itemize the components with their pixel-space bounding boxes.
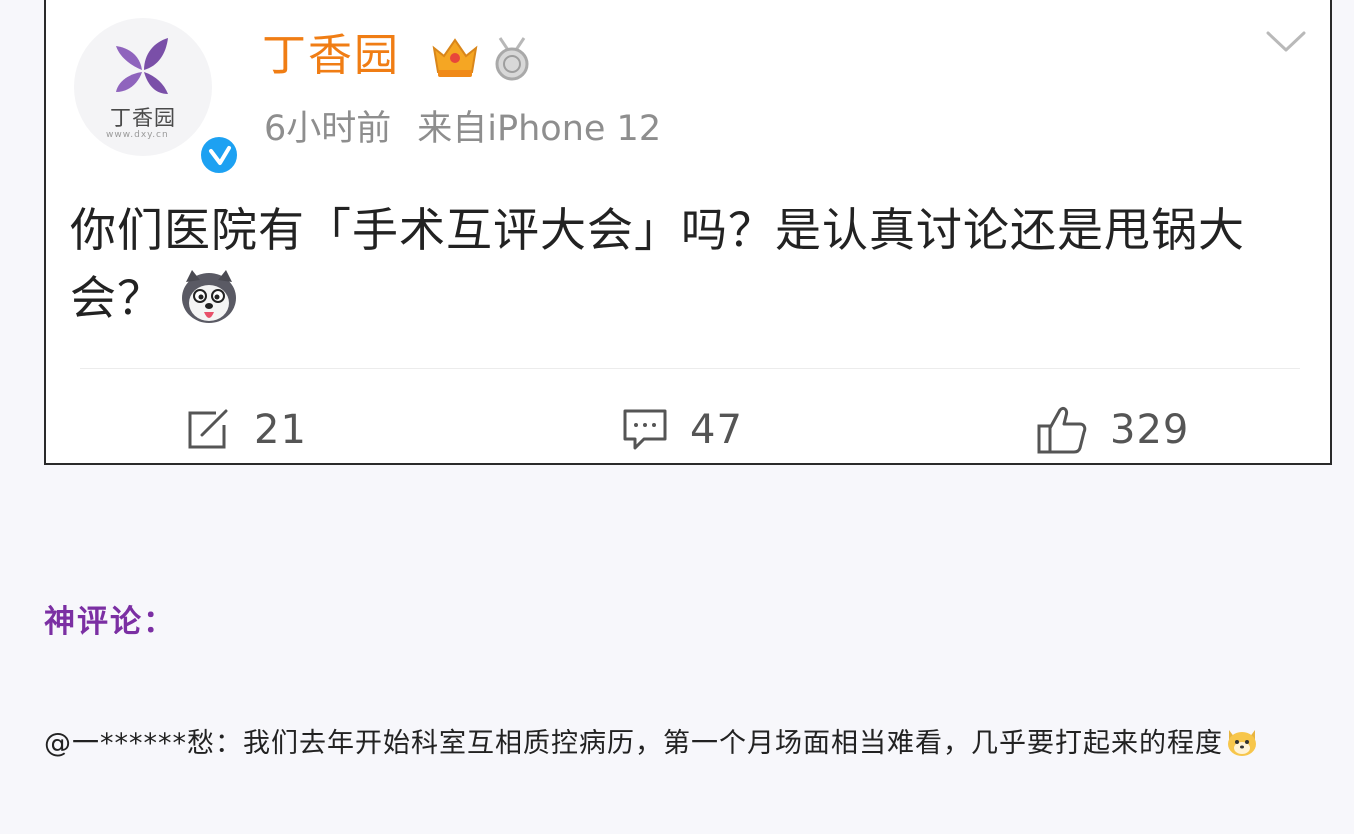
chevron-down-icon[interactable] [1266,30,1306,54]
comment-text: 我们去年开始科室互相质控病历，第一个月场面相当难看，几乎要打起来的程度 [243,728,1223,759]
weibo-post-card: 丁香园 www.dxy.cn 丁香园 6小时前 来自iPhone 12 你们医院… [44,0,1332,465]
post-source: 来自iPhone 12 [417,109,662,149]
page: 丁香园 www.dxy.cn 丁香园 6小时前 来自iPhone 12 你们医院… [0,0,1354,834]
crown-badge-icon [432,38,478,77]
like-count: 329 [1110,407,1190,453]
divider [80,368,1300,369]
verified-check-icon [198,134,240,176]
thumbs-up-icon [1037,406,1087,454]
post-username[interactable]: 丁香园 [262,34,400,78]
repost-icon [188,409,228,449]
post-time: 6小时前 [264,109,392,149]
lilac-flower-logo-icon [116,38,168,94]
dog-face-emoji-icon [1228,729,1256,756]
husky-dog-emoji-icon [182,269,236,323]
like-button[interactable]: 329 [1036,404,1189,456]
avatar-url-text: www.dxy.cn [106,130,169,140]
comment-item: @一******愁：我们去年开始科室互相质控病历，第一个月场面相当难看，几乎要打… [44,716,1338,772]
comment-count: 47 [690,407,743,453]
repost-button[interactable]: 21 [186,404,307,456]
avatar-brand-text: 丁香园 [110,106,176,130]
comment-button[interactable]: 47 [622,404,743,456]
comment-author[interactable]: @一******愁： [44,728,243,759]
comment-icon [623,409,667,450]
post-text: 你们医院有「手术互评大会」吗？是认真讨论还是甩锅大会？ [70,203,1245,325]
medal-badge-icon [495,37,529,81]
post-content: 你们医院有「手术互评大会」吗？是认真讨论还是甩锅大会？ [70,196,1310,332]
avatar[interactable]: 丁香园 www.dxy.cn [74,18,240,176]
post-meta: 6小时前 来自iPhone 12 [264,112,661,147]
repost-count: 21 [254,407,307,453]
section-title: 神评论： [44,604,176,640]
